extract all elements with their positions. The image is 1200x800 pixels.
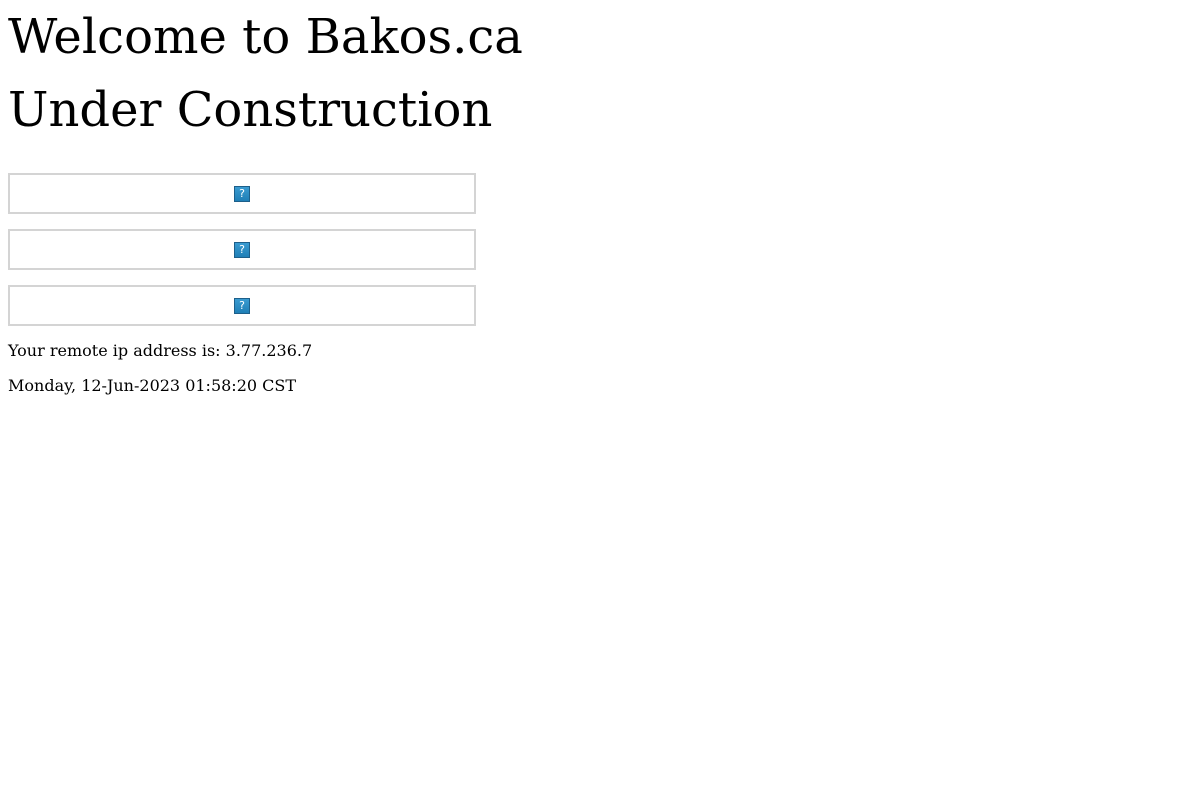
image-list: ? ? ? [8,173,1192,326]
page-title: Welcome to Bakos.ca [8,9,523,65]
image-placeholder-3: ? [8,285,476,326]
image-placeholder-1: ? [8,173,476,214]
broken-image-icon: ? [234,241,250,258]
remote-ip-text: Your remote ip address is: 3.77.236.7 [8,341,313,360]
page-content: Welcome to Bakos.ca Under Construction ?… [8,0,1192,396]
broken-image-icon: ? [234,185,250,202]
image-placeholder-2: ? [8,229,476,270]
date-time-text: Monday, 12-Jun-2023 01:58:20 CST [8,376,297,395]
page-subtitle: Under Construction [8,82,493,138]
broken-image-icon: ? [234,297,250,314]
